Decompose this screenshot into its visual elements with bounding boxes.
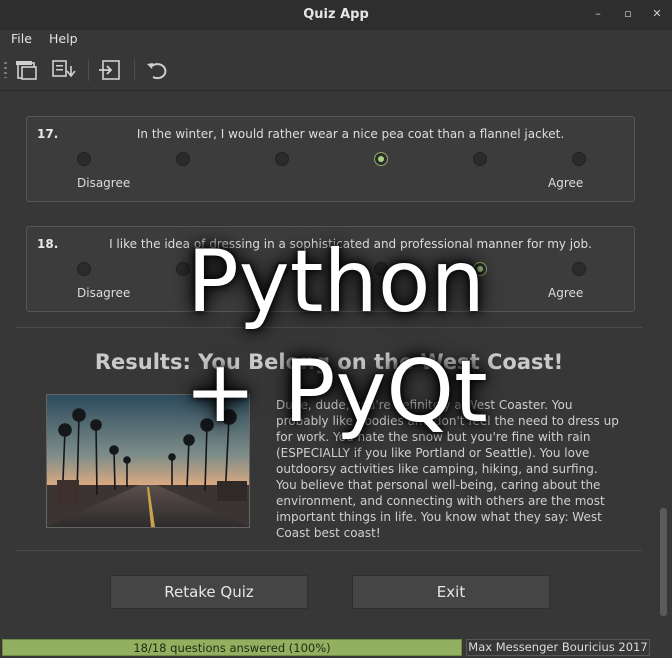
radio-option-1[interactable] [77,152,91,166]
radio-option-2[interactable] [176,152,190,166]
toolbar-grip[interactable] [4,62,7,78]
divider [16,550,642,551]
download-icon[interactable] [51,58,77,82]
progress-bar: 18/18 questions answered (100%) [2,639,462,656]
radio-option-2[interactable] [176,262,190,276]
window-title: Quiz App [303,7,369,22]
question-card: 17. In the winter, I would rather wear a… [26,116,635,202]
radio-option-5[interactable] [473,152,487,166]
results-title: Results: You Belong on the West Coast! [94,350,564,374]
radio-option-6[interactable] [572,262,586,276]
radio-option-4-selected[interactable] [374,152,388,166]
question-number: 18. [37,237,59,251]
new-window-icon[interactable] [14,58,40,82]
question-card: 18. I like the idea of dressing in a sop… [26,226,635,312]
disagree-label: Disagree [77,286,131,300]
divider [16,327,642,328]
toolbar [0,50,672,91]
undo-icon[interactable] [144,58,170,82]
results-description: Dude, dude, you're definitely a West Coa… [276,398,619,540]
title-bar: Quiz App – ▫ ✕ [0,0,672,30]
radio-option-3[interactable] [275,262,289,276]
credit-label: Max Messenger Bouricius 2017 [466,639,650,656]
question-text: I like the idea of dressing in a sophist… [109,237,592,251]
status-bar: 18/18 questions answered (100%) Max Mess… [0,637,672,658]
agree-label: Agree [548,286,584,300]
radio-option-6[interactable] [572,152,586,166]
menu-bar: File Help [0,30,672,50]
progress-text: 18/18 questions answered (100%) [133,641,331,655]
results-image [46,394,250,528]
radio-option-1[interactable] [77,262,91,276]
radio-option-4[interactable] [374,262,388,276]
minimize-icon[interactable]: – [592,8,604,20]
agree-label: Agree [548,176,584,190]
maximize-icon[interactable]: ▫ [622,8,634,20]
menu-help[interactable]: Help [49,31,78,46]
toolbar-separator [134,59,135,81]
radio-option-3[interactable] [275,152,289,166]
question-number: 17. [37,127,59,141]
exit-button[interactable]: Exit [352,575,550,609]
toolbar-separator [88,59,89,81]
radio-option-5-selected[interactable] [473,262,487,276]
close-icon[interactable]: ✕ [651,8,663,20]
retake-quiz-button[interactable]: Retake Quiz [110,575,308,609]
disagree-label: Disagree [77,176,131,190]
scrollbar-thumb[interactable] [660,508,667,616]
question-text: In the winter, I would rather wear a nic… [136,127,565,141]
menu-file[interactable]: File [11,31,32,46]
exit-icon[interactable] [97,58,123,82]
